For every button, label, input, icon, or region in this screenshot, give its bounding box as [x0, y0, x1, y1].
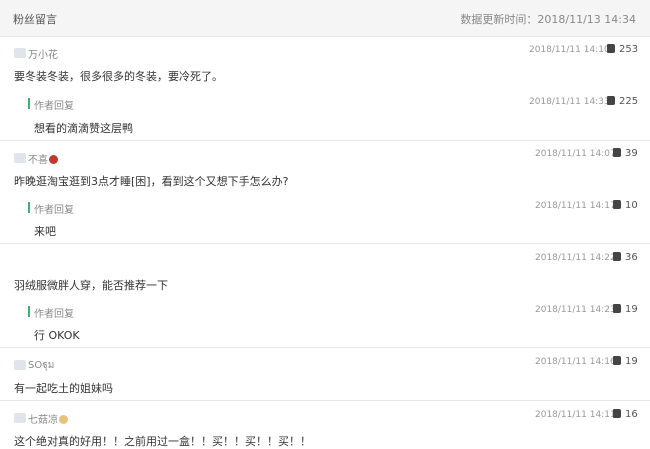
divider	[0, 400, 650, 401]
thumbs-up-icon	[613, 252, 621, 261]
like-count: 36	[625, 252, 638, 263]
avatar	[14, 153, 26, 163]
like-count: 39	[625, 148, 638, 159]
comment-time: 2018/11/11 14:16	[535, 357, 616, 367]
like-button[interactable]: 19	[613, 356, 638, 367]
reply-text: 想看的滴滴赞这层鸭	[34, 122, 133, 135]
comment-text: 有一起吃土的姐妹吗	[14, 382, 113, 395]
comment-text: 昨晚逛淘宝逛到3点才睡[困]，看到这个又想下手怎么办?	[14, 175, 289, 188]
reply-like-count: 225	[619, 96, 639, 107]
reply-time: 2018/11/11 14:23	[535, 305, 616, 315]
author-reply-label: 作者回复	[34, 309, 74, 320]
reply-time: 2018/11/11 14:17	[535, 201, 616, 211]
like-count: 253	[619, 44, 639, 55]
avatar	[14, 413, 26, 423]
comment-text: 这个绝对真的好用！！之前用过一盒！！买！！买！！买！！	[14, 435, 311, 448]
reply-like-button[interactable]: 19	[613, 304, 638, 315]
thumbs-up-icon	[607, 44, 615, 53]
reply-like-count: 19	[625, 304, 638, 315]
thumbs-up-icon	[613, 200, 621, 209]
divider	[0, 347, 650, 348]
reply-marker	[28, 306, 30, 317]
comment-time: 2018/11/11 14:10	[529, 45, 610, 55]
reply-marker	[28, 98, 30, 109]
comment-nickname: 不喜	[28, 151, 58, 166]
divider	[0, 140, 650, 141]
like-count: 19	[625, 356, 638, 367]
like-button[interactable]: 39	[613, 148, 638, 159]
comment-nickname: 万小花	[28, 50, 58, 61]
thumbs-up-icon	[613, 304, 621, 313]
thumbs-up-icon	[613, 148, 621, 157]
author-reply-label: 作者回复	[34, 101, 74, 112]
comment-text: 羽绒服微胖人穿，能否推荐一下	[14, 279, 168, 292]
reply-text: 行 OKOK	[34, 329, 80, 342]
header-bar: 粉丝留言 数据更新时间：2018/11/13 14:34	[0, 0, 650, 37]
lollipop-icon	[49, 155, 58, 164]
thumbs-up-icon	[613, 356, 621, 365]
reply-like-button[interactable]: 10	[613, 200, 638, 211]
like-button[interactable]: 253	[607, 44, 638, 55]
comment-nickname: 七菇凉	[28, 411, 68, 426]
comment-time: 2018/11/11 14:07	[535, 149, 616, 159]
reply-like-count: 10	[625, 200, 638, 211]
like-button[interactable]: 36	[613, 252, 638, 263]
thumbs-up-icon	[613, 409, 621, 418]
comment-text: 要冬装冬装，很多很多的冬装，要冷死了。	[14, 70, 223, 83]
page-title: 粉丝留言	[13, 13, 57, 26]
like-count: 16	[625, 409, 638, 420]
like-button[interactable]: 16	[613, 409, 638, 420]
comment-nickname: SOฐุม	[28, 360, 55, 371]
divider	[0, 243, 650, 244]
reply-like-button[interactable]: 225	[607, 96, 638, 107]
reply-text: 来吧	[34, 225, 56, 238]
avatar	[14, 360, 26, 370]
reply-time: 2018/11/11 14:33	[529, 97, 610, 107]
thumbs-up-icon	[607, 96, 615, 105]
comment-time: 2018/11/11 14:11	[535, 410, 616, 420]
reply-marker	[28, 202, 30, 213]
face-emoji-icon	[59, 415, 68, 424]
comment-time: 2018/11/11 14:22	[535, 253, 616, 263]
data-update-time: 数据更新时间：2018/11/13 14:34	[460, 13, 636, 26]
author-reply-label: 作者回复	[34, 205, 74, 216]
avatar	[14, 48, 26, 58]
